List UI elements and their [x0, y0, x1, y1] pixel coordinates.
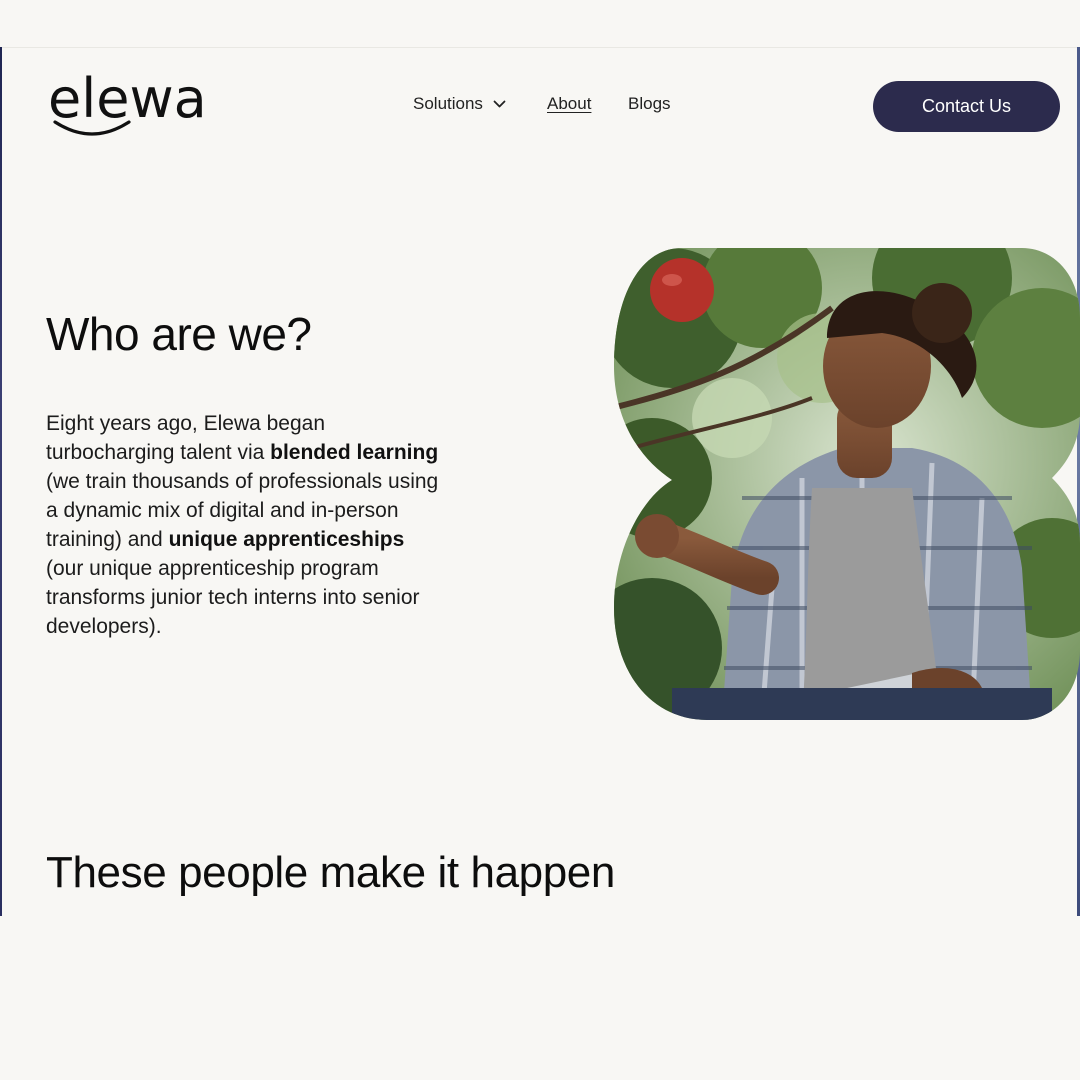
contact-us-button[interactable]: Contact Us [873, 81, 1060, 132]
window-edge-left [0, 47, 2, 916]
nav-solutions-label: Solutions [413, 94, 483, 113]
nav-blogs[interactable]: Blogs [628, 94, 671, 114]
hero-bold-blended-learning: blended learning [270, 441, 439, 464]
hero-description: Eight years ago, Elewa began turbochargi… [46, 409, 441, 641]
nav-about[interactable]: About [547, 94, 591, 114]
team-section-title: These people make it happen [46, 848, 615, 897]
hero-text-3: (our unique apprenticeship program trans… [46, 557, 420, 638]
nav-solutions[interactable]: Solutions [413, 94, 506, 114]
elewa-logo[interactable]: elewa [48, 68, 213, 142]
smile-icon [53, 120, 131, 136]
hero-bold-unique-apprenticeships: unique apprenticeships [168, 528, 405, 551]
hero-title: Who are we? [46, 308, 312, 360]
chevron-down-icon [493, 100, 506, 107]
hero-photo [614, 248, 1080, 720]
